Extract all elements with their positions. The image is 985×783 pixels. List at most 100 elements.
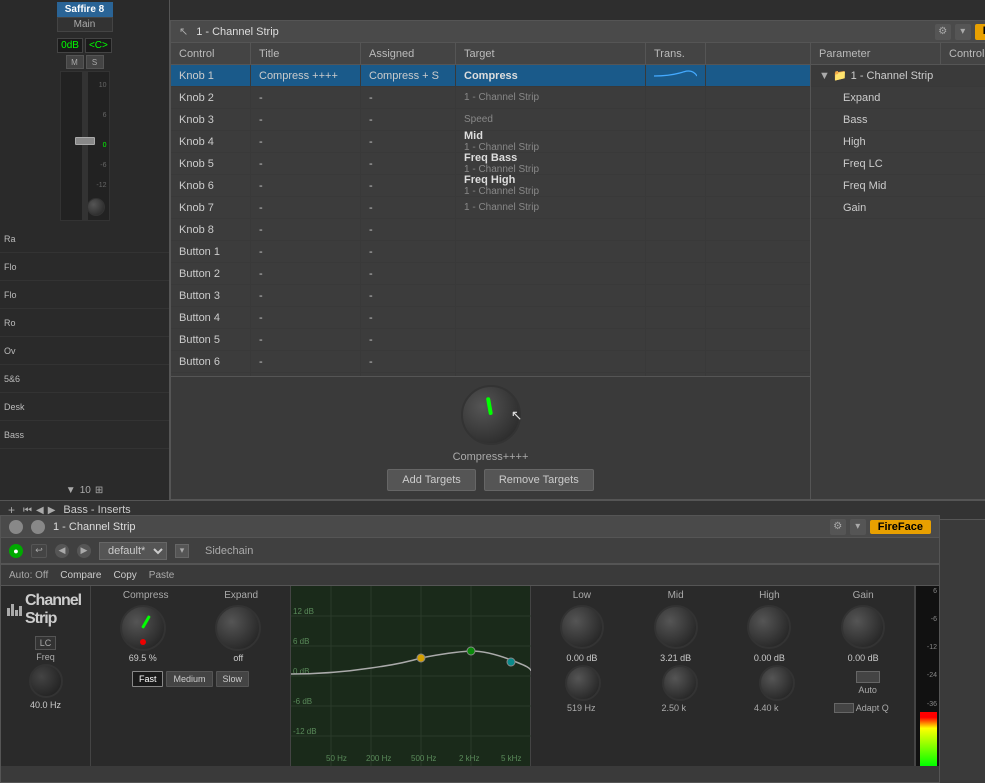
add-targets-btn[interactable]: Add Targets bbox=[387, 469, 476, 491]
table-row[interactable]: Knob 8 - - bbox=[171, 219, 810, 241]
table-row[interactable]: Knob 6 - - Freq High 1 - Channel Strip bbox=[171, 175, 810, 197]
preset-arrow[interactable]: ▾ bbox=[175, 544, 189, 558]
db-display: 0dB bbox=[57, 38, 83, 53]
td-title: - bbox=[251, 285, 361, 306]
param-row[interactable]: Bass bbox=[811, 109, 985, 131]
table-row[interactable]: Knob 1 Compress ++++ Compress + S Compre… bbox=[171, 65, 810, 87]
eq-low-knob[interactable] bbox=[560, 605, 604, 649]
eq-knobs-section: Low Mid High Gain 0.00 dB 3.21 dB 0.00 d… bbox=[531, 586, 915, 766]
table-row[interactable]: Button 2 - - bbox=[171, 263, 810, 285]
plugin-close-btn[interactable] bbox=[9, 520, 23, 534]
eq-mid-label: Mid bbox=[651, 590, 701, 601]
eq-gain-knob[interactable] bbox=[841, 605, 885, 649]
auto-btn[interactable]: Auto bbox=[856, 671, 880, 695]
nav-right-plugin-btn[interactable]: ▶ bbox=[77, 544, 91, 558]
slow-btn[interactable]: Slow bbox=[216, 671, 250, 687]
channel-row-56: 5&6 bbox=[0, 365, 169, 393]
td-assigned: - bbox=[361, 131, 456, 152]
main-fader[interactable] bbox=[75, 137, 95, 145]
compare-btn[interactable]: Compare bbox=[60, 570, 101, 581]
gear-icon[interactable]: ⚙ bbox=[935, 24, 951, 40]
td-control: Button 2 bbox=[171, 263, 251, 284]
channel-knob[interactable] bbox=[87, 198, 105, 216]
plugin-menu-btn[interactable]: ▾ bbox=[850, 519, 866, 535]
meter-neg36-label: -36 bbox=[918, 701, 937, 708]
fireface-badge[interactable]: FireFace bbox=[975, 24, 985, 40]
svg-text:2 kHz: 2 kHz bbox=[459, 754, 479, 763]
table-row[interactable]: Button 5 - - bbox=[171, 329, 810, 351]
table-row[interactable]: Knob 2 - - 1 - Channel Strip bbox=[171, 87, 810, 109]
fast-btn[interactable]: Fast bbox=[132, 671, 164, 687]
remove-targets-btn[interactable]: Remove Targets bbox=[484, 469, 594, 491]
meter-icon: ⊞ bbox=[95, 485, 103, 496]
eq-low-freq: 519 Hz bbox=[556, 703, 606, 713]
window-controls: ⚙ ▾ FireFace bbox=[935, 24, 985, 40]
plugin-max-btn[interactable] bbox=[31, 520, 45, 534]
cs-logo: Channel Strip bbox=[7, 592, 84, 628]
eq-mid-knob[interactable] bbox=[654, 605, 698, 649]
cursor-tool-icon[interactable]: ↖ bbox=[179, 25, 188, 38]
plugin-content: Channel Strip LC Freq 40.0 Hz Compress E… bbox=[1, 586, 939, 766]
adapt-q-btn[interactable]: Adapt Q bbox=[834, 703, 889, 713]
preset-select[interactable]: default* bbox=[99, 542, 167, 560]
plugin-toolbar: ● ↩ ◀ ▶ default* ▾ Sidechain bbox=[1, 538, 939, 564]
td-control: Button 1 bbox=[171, 241, 251, 262]
nav-left-icon[interactable]: ◀ bbox=[36, 505, 44, 516]
td-trans bbox=[646, 263, 706, 284]
td-control: Knob 3 bbox=[171, 109, 251, 130]
param-row[interactable]: High bbox=[811, 131, 985, 153]
param-row[interactable]: Gain bbox=[811, 197, 985, 219]
table-row[interactable]: Knob 5 - - Freq Bass 1 - Channel Strip bbox=[171, 153, 810, 175]
power-btn[interactable]: ● bbox=[9, 544, 23, 558]
medium-btn[interactable]: Medium bbox=[166, 671, 212, 687]
eq-graph: 12 dB 6 dB 0 dB -6 dB -12 dB 50 Hz 200 H… bbox=[291, 586, 531, 766]
param-list[interactable]: ▼ 📁 1 - Channel Strip Expand Bass High F… bbox=[811, 65, 985, 499]
eq-high-knob[interactable] bbox=[747, 605, 791, 649]
eq-high-label: High bbox=[744, 590, 794, 601]
table-row[interactable]: Knob 3 - - Speed bbox=[171, 109, 810, 131]
plugin-window: 1 - Channel Strip ⚙ ▾ FireFace ● ↩ ◀ ▶ d… bbox=[0, 515, 940, 783]
eq-high-freq-knob[interactable] bbox=[759, 665, 795, 701]
param-row[interactable]: Freq LC bbox=[811, 153, 985, 175]
solo-btn[interactable]: S bbox=[86, 55, 104, 69]
td-control: Knob 2 bbox=[171, 87, 251, 108]
copy-btn[interactable]: Copy bbox=[113, 570, 136, 581]
eq-low-freq-knob[interactable] bbox=[565, 665, 601, 701]
mute-btn[interactable]: M bbox=[66, 55, 84, 69]
table-row[interactable]: Knob 4 - - Mid 1 - Channel Strip bbox=[171, 131, 810, 153]
collapse-btn[interactable]: ▼ bbox=[66, 485, 76, 496]
table-row[interactable]: Button 6 - - bbox=[171, 351, 810, 373]
controller-title: 1 - Channel Strip bbox=[196, 26, 935, 38]
td-assigned: - bbox=[361, 241, 456, 262]
table-row[interactable]: Button 1 - - bbox=[171, 241, 810, 263]
freq-knob[interactable] bbox=[29, 664, 63, 698]
compress-knob[interactable]: ↖ bbox=[461, 385, 521, 445]
param-label: Expand bbox=[843, 92, 880, 104]
eq-mid-freq-knob[interactable] bbox=[662, 665, 698, 701]
plugin-gear-icon[interactable]: ⚙ bbox=[830, 519, 846, 535]
table-body[interactable]: Knob 1 Compress ++++ Compress + S Compre… bbox=[171, 65, 810, 376]
menu-arrow[interactable]: ▾ bbox=[955, 24, 971, 40]
table-row[interactable]: Button 4 - - bbox=[171, 307, 810, 329]
plugin-fireface-badge[interactable]: FireFace bbox=[870, 520, 931, 534]
td-trans bbox=[646, 131, 706, 152]
td-trans bbox=[646, 87, 706, 108]
td-control: Knob 1 bbox=[171, 65, 251, 86]
param-row[interactable]: ▼ 📁 1 - Channel Strip bbox=[811, 65, 985, 87]
nav-right-icon[interactable]: ▶ bbox=[48, 505, 56, 516]
param-row[interactable]: Freq Mid bbox=[811, 175, 985, 197]
table-row[interactable]: Button 3 - - bbox=[171, 285, 810, 307]
svg-text:5 kHz: 5 kHz bbox=[501, 754, 521, 763]
table-row[interactable]: Knob 7 - - 1 - Channel Strip bbox=[171, 197, 810, 219]
rewind-icon: ⏮ bbox=[23, 505, 32, 516]
expand-knob[interactable] bbox=[215, 605, 261, 651]
td-trans bbox=[646, 329, 706, 350]
compress-knob-plugin[interactable] bbox=[120, 605, 166, 651]
nav-left-plugin-btn[interactable]: ◀ bbox=[55, 544, 69, 558]
eq-high-freq: 4.40 k bbox=[741, 703, 791, 713]
paste-btn[interactable]: Paste bbox=[149, 570, 175, 581]
alt-btn[interactable]: ↩ bbox=[31, 544, 47, 558]
param-row[interactable]: Expand bbox=[811, 87, 985, 109]
freq-label-cs: Freq bbox=[36, 652, 55, 662]
td-title: - bbox=[251, 241, 361, 262]
